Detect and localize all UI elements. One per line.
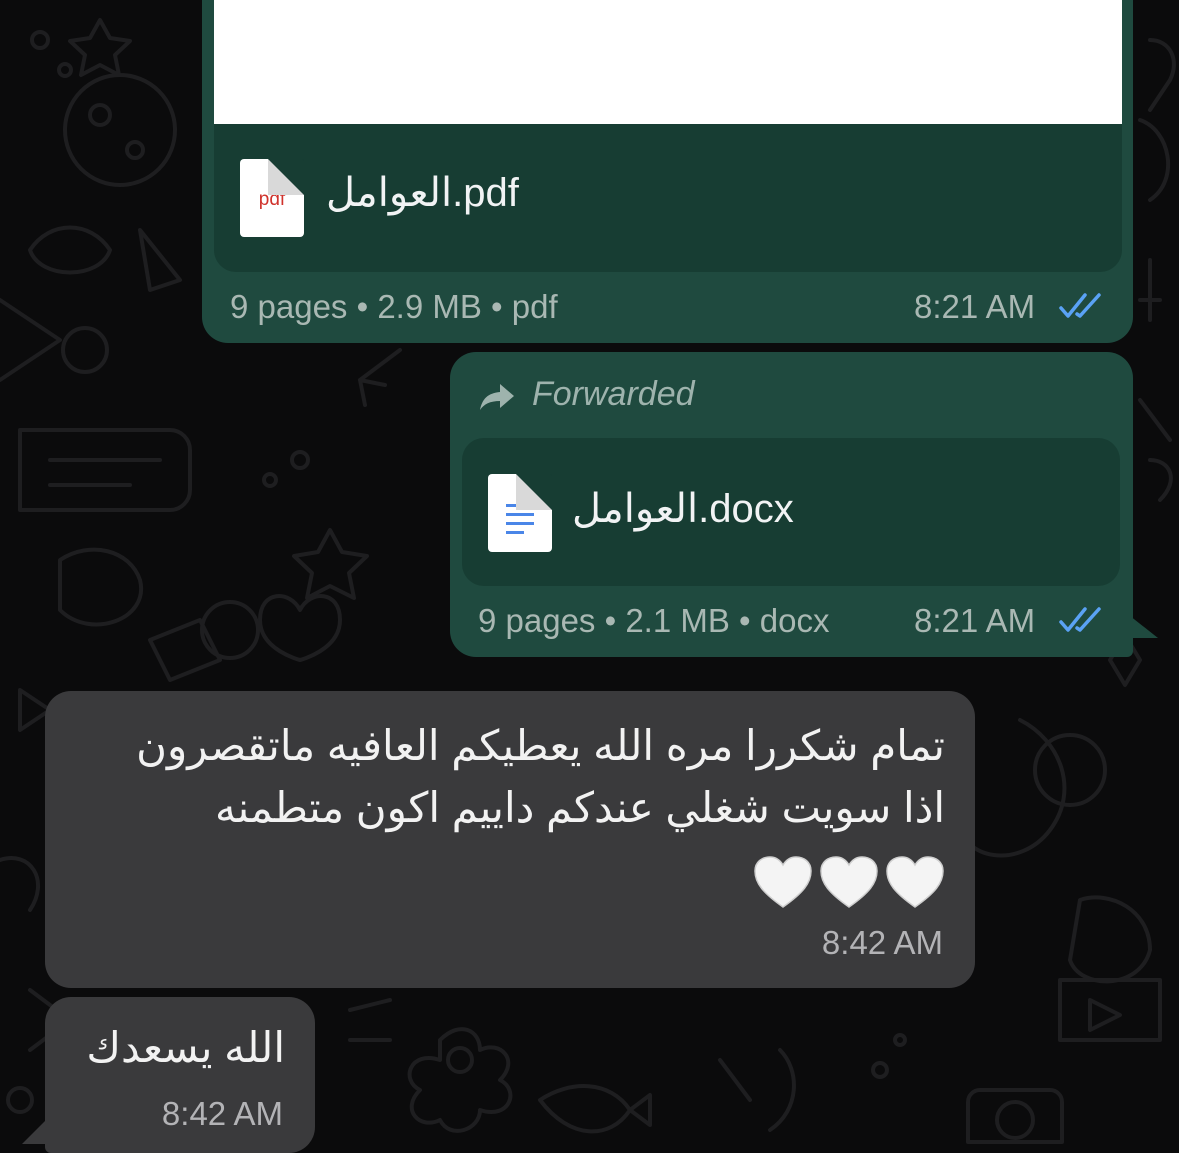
message-text: تمام شكررا مره الله يعطيكم العافيه ماتقص… [136,715,945,839]
outgoing-message-docx[interactable]: Forwarded العوامل.docx 9 pages • 2.1 MB … [450,352,1133,657]
message-text: الله يسعدك [86,1024,285,1071]
incoming-message[interactable]: الله يسعدك 8:42 AM [45,997,315,1153]
message-time: 8:21 AM [914,288,1036,325]
white-heart-icon [886,856,944,908]
pdf-file-icon: pdf [240,159,304,237]
white-hearts-emoji [753,855,945,911]
forwarded-label: Forwarded [532,375,695,413]
message-line: اذا سويت شغلي عندكم داييم اكون متطمنه [215,784,945,831]
message-line: تمام شكررا مره الله يعطيكم العافيه ماتقص… [136,722,945,769]
file-attachment[interactable]: العوامل.docx [462,438,1120,586]
outgoing-message-pdf[interactable]: pdf العوامل.pdf 9 pages • 2.9 MB • pdf 8… [202,0,1133,343]
double-check-icon [1059,607,1101,632]
message-time: 8:42 AM [161,1095,283,1132]
docx-file-icon [488,474,552,552]
pdf-icon-label: pdf [258,189,286,210]
file-name: العوامل.docx [572,487,794,531]
incoming-message[interactable]: تمام شكررا مره الله يعطيكم العافيه ماتقص… [45,691,975,988]
pdf-preview[interactable] [214,0,1122,124]
file-attachment[interactable]: pdf العوامل.pdf [214,124,1122,272]
message-time: 8:42 AM [821,924,943,961]
message-time: 8:21 AM [914,602,1036,639]
white-heart-icon [754,856,812,908]
file-meta: 9 pages • 2.1 MB • docx [478,602,830,639]
forward-arrow-icon [480,384,514,410]
file-name: العوامل.pdf [326,171,519,215]
white-heart-icon [820,856,878,908]
double-check-icon [1059,293,1101,318]
file-meta: 9 pages • 2.9 MB • pdf [230,288,558,325]
